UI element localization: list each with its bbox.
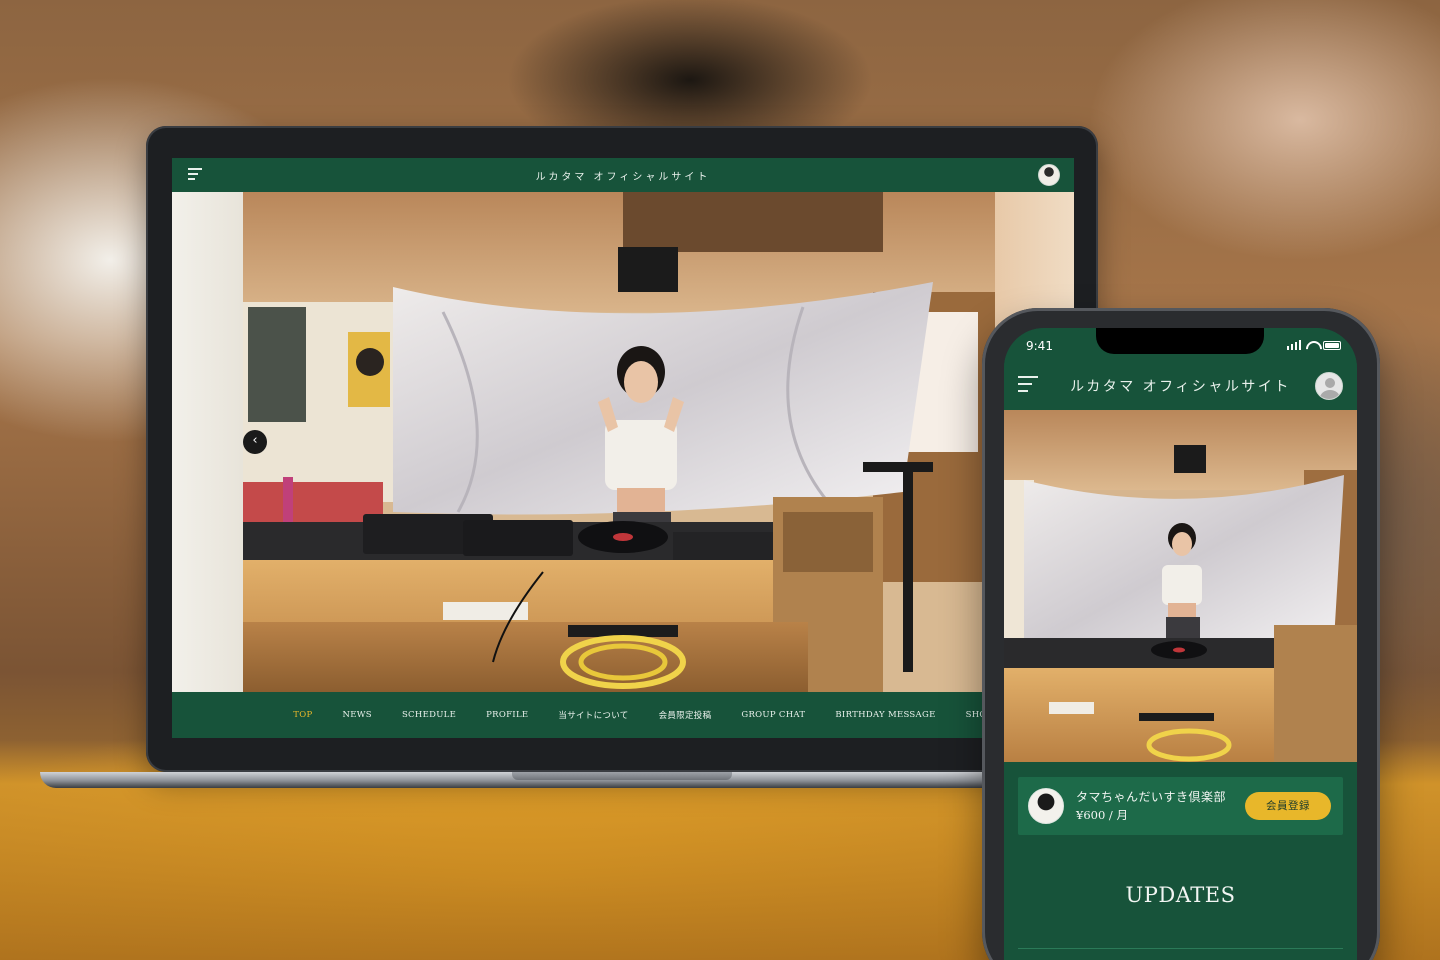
club-price: ¥600 / 月 [1076,808,1128,822]
phone-site-header: ルカタマ オフィシャルサイト [1004,362,1357,410]
status-icons [1286,340,1341,350]
nav-about-site[interactable]: 当サイトについて [558,709,628,721]
laptop-main-nav: TOP NEWS SCHEDULE PROFILE 当サイトについて 会員限定投… [172,692,1074,738]
section-divider [1018,948,1343,949]
nav-profile[interactable]: PROFILE [486,710,528,720]
chevron-left-icon[interactable]: ‹ [243,430,267,454]
status-bar: 9:41 [1004,328,1357,362]
club-avatar [1028,788,1064,824]
hero-photo-dj [1004,410,1357,762]
hero-left-edge [172,192,243,692]
status-time: 9:41 [1026,339,1053,353]
nav-news[interactable]: NEWS [343,710,372,720]
site-title[interactable]: ルカタマ オフィシャルサイト [1070,376,1291,396]
laptop-screen: ルカタマ オフィシャルサイト ‹ TOP NEWS SCHEDULE PROFI… [172,158,1074,738]
avatar-icon[interactable] [1038,164,1060,186]
club-name: タマちゃんだいすき倶楽部 [1076,790,1227,804]
laptop-site-header: ルカタマ オフィシャルサイト [172,158,1074,192]
nav-member-posts[interactable]: 会員限定投稿 [659,709,712,721]
menu-icon[interactable] [188,168,202,182]
dynamic-island [1096,328,1264,354]
wifi-icon [1306,341,1318,350]
site-title[interactable]: ルカタマ オフィシャルサイト [536,168,711,183]
membership-card: タマちゃんだいすき倶楽部 ¥600 / 月 会員登録 [1018,777,1343,835]
battery-icon [1323,341,1341,350]
nav-schedule[interactable]: SCHEDULE [402,710,456,720]
nav-birthday-message[interactable]: BIRTHDAY MESSAGE [835,710,935,720]
laptop-hinge-notch [512,772,732,780]
hero-photo-dj [243,192,995,692]
nav-top[interactable]: TOP [293,710,312,720]
signal-icon [1286,340,1301,350]
nav-group-chat[interactable]: GROUP CHAT [741,710,805,720]
menu-icon[interactable] [1018,376,1038,396]
join-button[interactable]: 会員登録 [1245,792,1331,820]
avatar-icon[interactable] [1315,372,1343,400]
updates-heading: UPDATES [1125,883,1236,907]
phone-screen: 9:41 ルカタマ オフィシャルサイト タマちゃんだいすき倶楽部 ¥600 / … [1004,328,1357,960]
